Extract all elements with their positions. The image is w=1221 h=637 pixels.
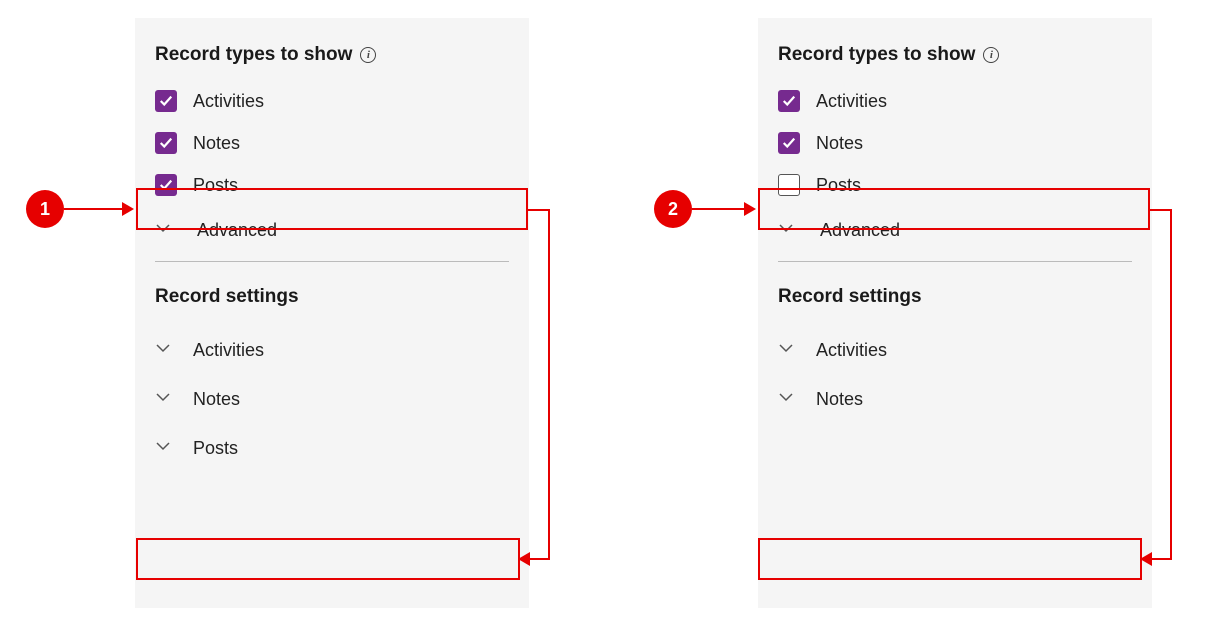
- panel-right: Record types to show i Activities Notes …: [758, 18, 1152, 608]
- expander-notes[interactable]: Notes: [758, 375, 1152, 424]
- checkbox-label: Notes: [816, 133, 863, 154]
- info-icon[interactable]: i: [360, 47, 376, 63]
- expander-activities[interactable]: Activities: [758, 326, 1152, 375]
- checkbox-row-notes[interactable]: Notes: [758, 122, 1152, 164]
- info-icon[interactable]: i: [983, 47, 999, 63]
- record-settings-header: Record settings: [135, 270, 529, 326]
- expander-posts[interactable]: Posts: [135, 424, 529, 473]
- panel-left: Record types to show i Activities Notes …: [135, 18, 529, 608]
- checkbox-label: Activities: [193, 91, 264, 112]
- checkbox-checked-icon[interactable]: [778, 90, 800, 112]
- header-text: Record types to show: [778, 44, 975, 66]
- advanced-label: Advanced: [197, 220, 277, 241]
- checkbox-label: Activities: [816, 91, 887, 112]
- annotation-arrow: [692, 208, 744, 210]
- annotation-connector: [528, 558, 550, 560]
- chevron-down-icon: [155, 340, 173, 361]
- badge-text: 1: [40, 199, 50, 220]
- chevron-down-icon: [778, 220, 796, 241]
- record-types-header: Record types to show i: [135, 38, 529, 80]
- annotation-arrowhead-icon: [1140, 552, 1152, 566]
- divider: [155, 261, 509, 262]
- expander-label: Notes: [193, 389, 240, 410]
- annotation-arrowhead-icon: [744, 202, 756, 216]
- annotation-connector: [1170, 209, 1172, 560]
- expander-label: Notes: [816, 389, 863, 410]
- annotation-arrowhead-icon: [518, 552, 530, 566]
- annotation-connector: [548, 209, 550, 560]
- checkbox-row-posts[interactable]: Posts: [135, 164, 529, 206]
- checkbox-row-activities[interactable]: Activities: [135, 80, 529, 122]
- checkbox-checked-icon[interactable]: [155, 90, 177, 112]
- expander-activities[interactable]: Activities: [135, 326, 529, 375]
- checkbox-unchecked-icon[interactable]: [778, 174, 800, 196]
- checkbox-label: Posts: [816, 175, 861, 196]
- chevron-down-icon: [155, 389, 173, 410]
- checkbox-label: Notes: [193, 133, 240, 154]
- chevron-down-icon: [155, 438, 173, 459]
- header-text: Record types to show: [155, 44, 352, 66]
- expander-notes[interactable]: Notes: [135, 375, 529, 424]
- checkbox-checked-icon[interactable]: [778, 132, 800, 154]
- checkbox-row-activities[interactable]: Activities: [758, 80, 1152, 122]
- annotation-connector: [528, 209, 550, 211]
- annotation-badge-2: 2: [654, 190, 692, 228]
- record-types-header: Record types to show i: [758, 38, 1152, 80]
- divider: [778, 261, 1132, 262]
- checkbox-checked-icon[interactable]: [155, 174, 177, 196]
- annotation-badge-1: 1: [26, 190, 64, 228]
- record-settings-header: Record settings: [758, 270, 1152, 326]
- chevron-down-icon: [778, 340, 796, 361]
- expander-advanced[interactable]: Advanced: [135, 206, 529, 255]
- expander-label: Activities: [193, 340, 264, 361]
- advanced-label: Advanced: [820, 220, 900, 241]
- annotation-arrowhead-icon: [122, 202, 134, 216]
- expander-label: Posts: [193, 438, 238, 459]
- chevron-down-icon: [155, 220, 173, 241]
- checkbox-checked-icon[interactable]: [155, 132, 177, 154]
- chevron-down-icon: [778, 389, 796, 410]
- checkbox-row-notes[interactable]: Notes: [135, 122, 529, 164]
- checkbox-label: Posts: [193, 175, 238, 196]
- checkbox-row-posts[interactable]: Posts: [758, 164, 1152, 206]
- annotation-connector: [1150, 209, 1172, 211]
- annotation-arrow: [64, 208, 122, 210]
- expander-advanced[interactable]: Advanced: [758, 206, 1152, 255]
- annotation-connector: [1150, 558, 1172, 560]
- expander-label: Activities: [816, 340, 887, 361]
- badge-text: 2: [668, 199, 678, 220]
